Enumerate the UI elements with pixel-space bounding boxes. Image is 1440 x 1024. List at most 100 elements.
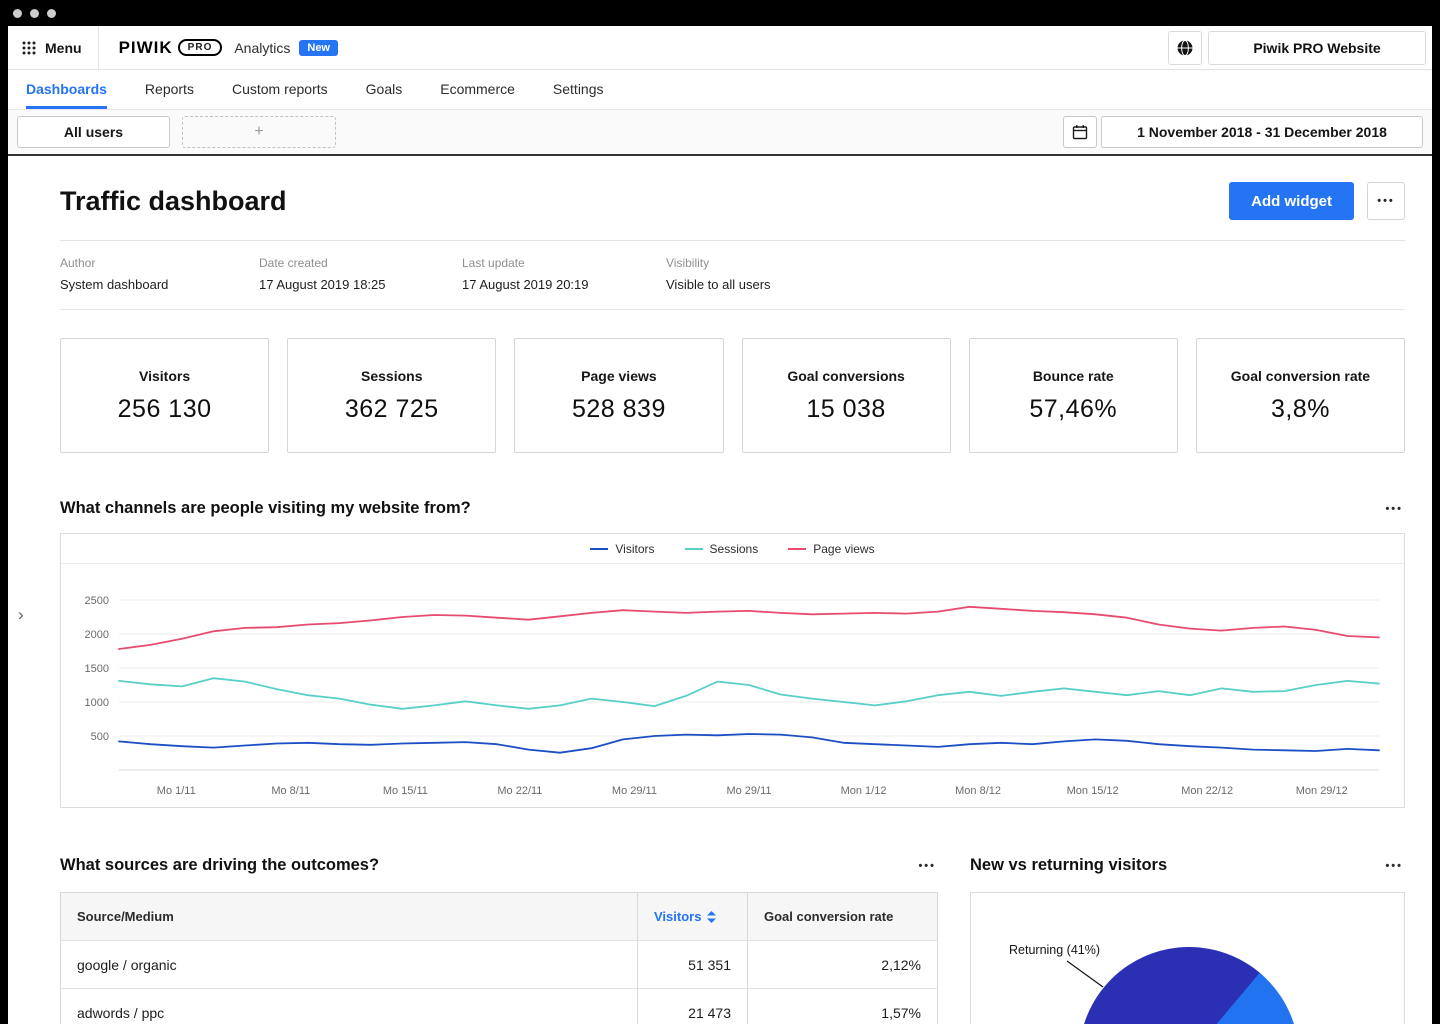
svg-text:Mon 15/12: Mon 15/12 [1067,785,1119,797]
content-area: › Traffic dashboard Add widget ••• Autho… [8,156,1432,1024]
stat-value: 256 130 [118,395,212,424]
add-segment-button[interactable]: + [182,116,336,148]
sort-icon [707,911,716,923]
meta-date-created: Date created 17 August 2019 18:25 [259,256,462,292]
tab-goals[interactable]: Goals [366,70,403,109]
channels-chart-box: Visitors Sessions Page views 50010001500… [60,533,1405,808]
segments-toolbar: All users + 1 November 2018 - 31 Decembe… [8,110,1432,156]
menu-button[interactable]: Menu [8,26,99,69]
table-header-row: Source/Medium Visitors [61,893,938,941]
add-widget-button[interactable]: Add widget [1229,182,1354,220]
svg-text:1500: 1500 [85,663,109,675]
sidebar-expand-chevron-icon[interactable]: › [18,606,24,623]
product-name: Analytics [234,40,290,56]
column-visitors-sortable[interactable]: Visitors [638,893,748,941]
date-controls: 1 November 2018 - 31 December 2018 [1063,116,1423,148]
meta-value: 17 August 2019 20:19 [462,277,666,292]
stat-label: Goal conversion rate [1231,368,1370,384]
tab-settings[interactable]: Settings [553,70,604,109]
legend-label: Page views [813,542,874,556]
stat-value: 3,8% [1271,395,1330,424]
visitors-cell: 51 351 [638,941,748,989]
svg-text:2500: 2500 [85,595,109,607]
divider [60,309,1405,310]
stats-row: Visitors 256 130 Sessions 362 725 Page v… [60,338,1405,453]
dashboard-actions: Add widget ••• [1229,182,1405,220]
channels-more-button[interactable]: ••• [1383,495,1405,521]
channels-line-chart: 5001000150020002500Mo 1/11Mo 8/11Mo 15/1… [61,564,1404,802]
meta-value: Visible to all users [666,277,1405,292]
source-cell: google / organic [61,941,638,989]
pie-chart-box: Returning (41%) [970,892,1405,1024]
sources-more-button[interactable]: ••• [916,852,938,878]
chart-legend: Visitors Sessions Page views [61,534,1404,564]
table-row[interactable]: google / organic 51 351 2,12% [61,941,938,989]
sources-table: Source/Medium Visitors [60,892,938,1024]
meta-label: Visibility [666,256,1405,270]
svg-text:Mo 8/11: Mo 8/11 [271,785,310,797]
stat-card-bounce-rate: Bounce rate 57,46% [969,338,1178,453]
calendar-button[interactable] [1063,116,1097,148]
dashboard-more-button[interactable]: ••• [1367,182,1405,220]
website-globe-button[interactable] [1168,31,1202,65]
tab-custom-reports[interactable]: Custom reports [232,70,328,109]
brand-name: PIWIK [119,38,173,58]
stat-label: Page views [581,368,657,384]
legend-item-page-views[interactable]: Page views [788,542,874,556]
app-grid-icon [22,41,36,55]
stat-value: 362 725 [345,395,439,424]
segment-all-users-button[interactable]: All users [17,116,170,148]
stat-label: Sessions [361,368,422,384]
stat-label: Bounce rate [1033,368,1114,384]
meta-label: Last update [462,256,666,270]
more-options-icon: ••• [1385,503,1403,515]
newvs-widget-title: New vs returning visitors [970,856,1167,875]
stat-card-goal-conversion-rate: Goal conversion rate 3,8% [1196,338,1405,453]
more-options-icon: ••• [1385,860,1403,872]
svg-text:Mo 29/11: Mo 29/11 [726,785,771,797]
date-range-selector[interactable]: 1 November 2018 - 31 December 2018 [1101,116,1423,148]
svg-text:2000: 2000 [85,629,109,641]
more-options-icon: ••• [918,860,936,872]
sessions-line-swatch [685,548,703,550]
window-close-button[interactable] [13,9,22,18]
svg-text:Mon 1/12: Mon 1/12 [841,785,887,797]
table-row[interactable]: adwords / ppc 21 473 1,57% [61,989,938,1024]
top-bar: Menu PIWIK PRO Analytics New Piwik PRO W… [8,26,1432,70]
newvs-more-button[interactable]: ••• [1383,852,1405,878]
bottom-widgets-row: What sources are driving the outcomes? •… [60,852,1405,1024]
calendar-icon [1072,124,1088,140]
svg-text:Mo 15/11: Mo 15/11 [383,785,428,797]
legend-label: Visitors [615,542,654,556]
window-titlebar [0,0,1440,26]
dashboard-title-row: Traffic dashboard Add widget ••• [60,182,1405,220]
column-goal-conversion-rate: Goal conversion rate [748,893,938,941]
stat-card-visitors: Visitors 256 130 [60,338,269,453]
svg-text:Mon 29/12: Mon 29/12 [1296,785,1348,797]
rate-cell: 2,12% [748,941,938,989]
stat-value: 15 038 [806,395,885,424]
tab-reports[interactable]: Reports [145,70,194,109]
dashboard-main: Traffic dashboard Add widget ••• Author … [8,156,1432,1024]
column-visitors-label: Visitors [654,909,701,924]
tab-dashboards[interactable]: Dashboards [26,70,107,109]
tab-ecommerce[interactable]: Ecommerce [440,70,515,109]
rate-cell: 1,57% [748,989,938,1024]
website-selector[interactable]: Piwik PRO Website [1208,31,1426,65]
main-nav: Dashboards Reports Custom reports Goals … [8,70,1432,110]
legend-label: Sessions [710,542,759,556]
menu-label: Menu [45,40,82,56]
meta-label: Author [60,256,259,270]
legend-item-sessions[interactable]: Sessions [685,542,759,556]
dashboard-meta: Author System dashboard Date created 17 … [60,241,1405,309]
brand-logo: PIWIK PRO Analytics New [119,38,338,58]
stat-value: 57,46% [1029,395,1117,424]
brand-pro-badge: PRO [178,39,223,56]
meta-label: Date created [259,256,462,270]
window-maximize-button[interactable] [47,9,56,18]
svg-text:Mo 1/11: Mo 1/11 [157,785,196,797]
app-window: Menu PIWIK PRO Analytics New Piwik PRO W… [8,26,1432,1024]
stat-label: Goal conversions [787,368,904,384]
legend-item-visitors[interactable]: Visitors [590,542,654,556]
window-minimize-button[interactable] [30,9,39,18]
